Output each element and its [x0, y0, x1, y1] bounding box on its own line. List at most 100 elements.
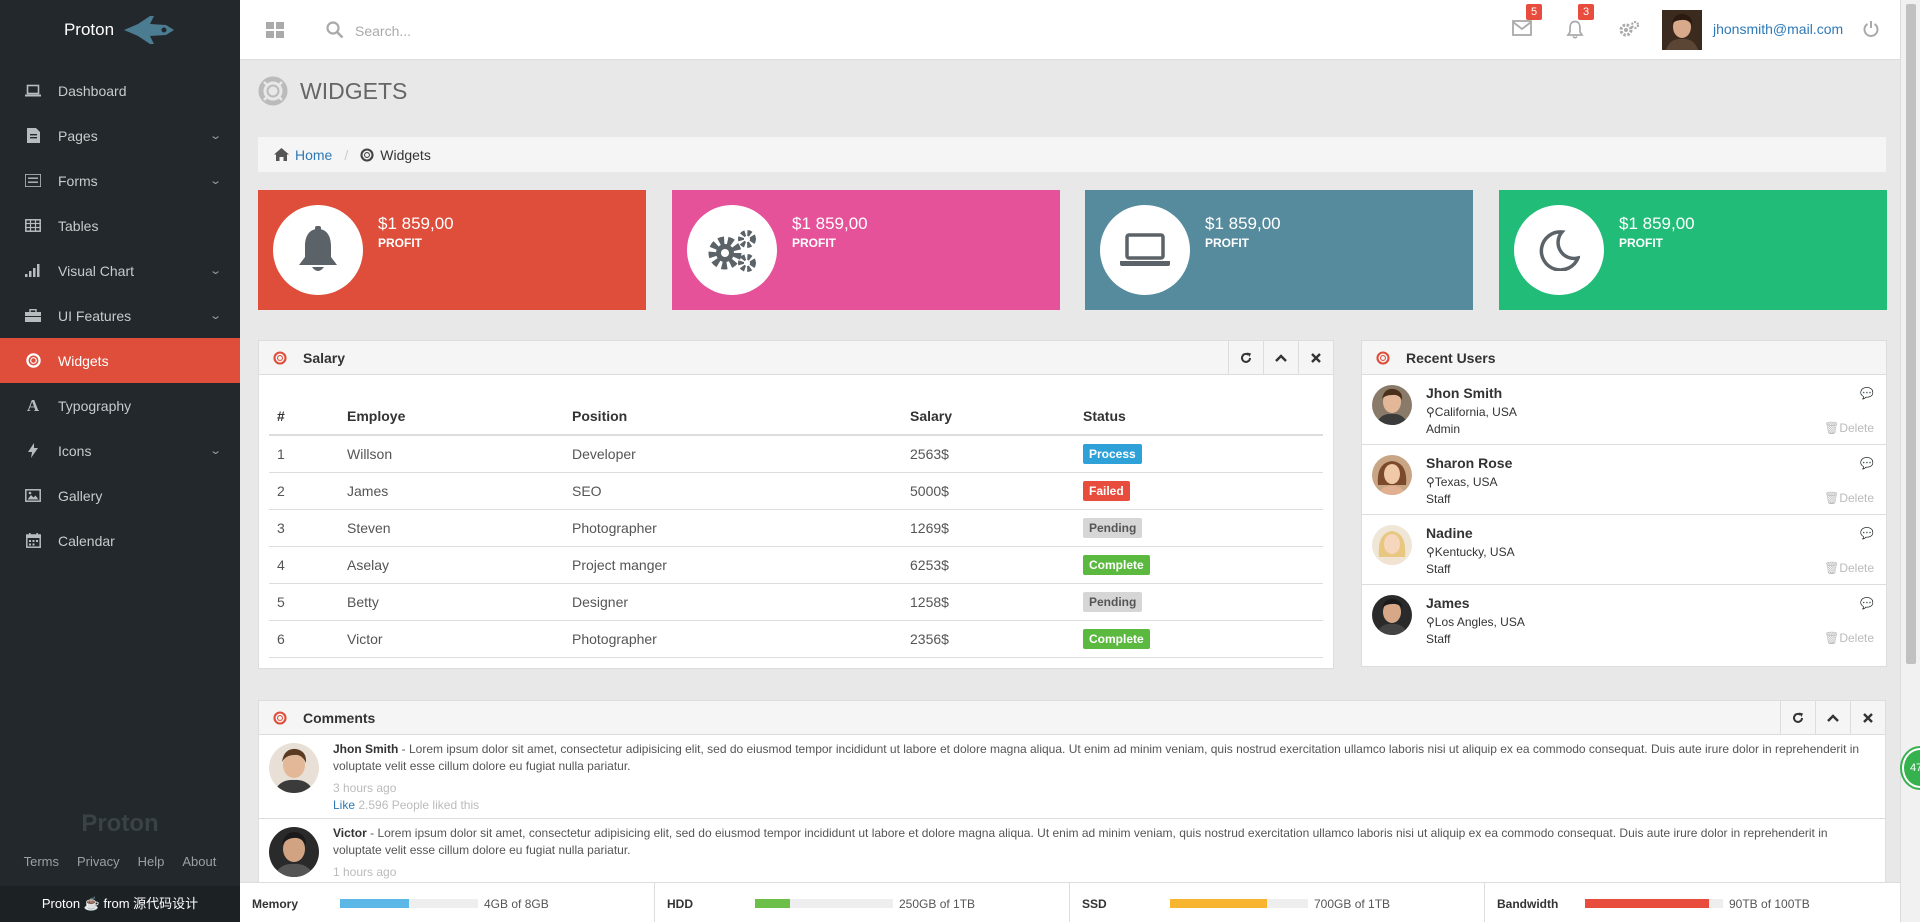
- sidebar-item-visual-chart[interactable]: Visual Chart ⌄: [0, 248, 240, 293]
- privacy-link[interactable]: Privacy: [77, 854, 120, 869]
- cell-number: 6: [269, 620, 339, 658]
- resource-label: HDD: [667, 897, 693, 911]
- sidebar-item-typography[interactable]: A Typography: [0, 383, 240, 428]
- notifications-button[interactable]: 3: [1566, 4, 1594, 42]
- cell-employe: Aselay: [339, 546, 564, 584]
- user-name[interactable]: Nadine: [1426, 525, 1473, 541]
- avatar: [269, 827, 319, 877]
- status-badge: Failed: [1083, 480, 1130, 501]
- search-icon[interactable]: [326, 21, 344, 39]
- breadcrumb-home[interactable]: Home: [295, 147, 332, 163]
- grid-icon[interactable]: [266, 22, 284, 38]
- collapse-button[interactable]: [1263, 341, 1298, 374]
- chat-icon[interactable]: 💬: [1860, 527, 1874, 540]
- chat-icon[interactable]: 💬: [1860, 387, 1874, 400]
- cell-position: Photographer: [564, 620, 902, 658]
- sidebar-item-forms[interactable]: Forms ⌄: [0, 158, 240, 203]
- resource-usage: 250GB of 1TB: [899, 897, 976, 911]
- avatar[interactable]: [1662, 10, 1702, 50]
- logo[interactable]: Proton: [0, 0, 240, 60]
- chevron-down-icon: ⌄: [208, 445, 222, 457]
- delete-button[interactable]: 🗑Delete: [1824, 491, 1874, 505]
- chevron-up-icon: [1275, 353, 1287, 362]
- salary-panel: Salary # Employe Position Salary Status …: [258, 340, 1334, 669]
- avatar: [1372, 525, 1412, 565]
- chevron-down-icon: ⌄: [208, 130, 222, 142]
- laptop-icon: [24, 83, 42, 99]
- avatar: [1372, 385, 1412, 425]
- resource-bandwidth: Bandwidth 90TB of 100TB: [1485, 883, 1900, 922]
- sidebar-item-dashboard[interactable]: Dashboard: [0, 68, 240, 113]
- close-button[interactable]: [1850, 701, 1885, 734]
- resource-bar: Memory 4GB of 8GB HDD 250GB of 1TB SSD 7…: [240, 882, 1900, 922]
- cell-salary: 1269$: [902, 509, 1075, 547]
- settings-button[interactable]: [1618, 20, 1640, 41]
- progress-track: [755, 899, 893, 908]
- cell-employe: James: [339, 472, 564, 510]
- chat-icon[interactable]: 💬: [1860, 457, 1874, 470]
- status-badge: Pending: [1083, 591, 1143, 612]
- cell-employe: Willson: [339, 435, 564, 473]
- list-icon: [24, 173, 42, 189]
- avatar: [1372, 455, 1412, 495]
- map-marker-icon: ⚲: [1426, 475, 1435, 489]
- comment-author[interactable]: Victor: [333, 826, 367, 840]
- table-row: 4 Aselay Project manger 6253$ Complete: [269, 546, 1323, 584]
- gears-icon: [1619, 20, 1640, 37]
- collapse-button[interactable]: [1815, 701, 1850, 734]
- help-link[interactable]: Help: [138, 854, 165, 869]
- user-email[interactable]: jhonsmith@mail.com: [1713, 21, 1843, 37]
- comment-item: Jhon Smith - Lorem ipsum dolor sit amet,…: [259, 735, 1885, 819]
- cell-number: 4: [269, 546, 339, 584]
- lifebuoy-icon: [1376, 350, 1390, 365]
- panel-title: Recent Users: [1406, 349, 1496, 366]
- stat-value: $1 859,00: [792, 214, 868, 233]
- notifications-badge: 3: [1578, 4, 1594, 20]
- sidebar-item-label: Icons: [58, 442, 92, 459]
- comment-time: 3 hours ago: [333, 781, 397, 795]
- sidebar-item-pages[interactable]: Pages ⌄: [0, 113, 240, 158]
- topbar: 5 3 jhonsmith@mail.com: [240, 0, 1900, 60]
- map-marker-icon: ⚲: [1426, 615, 1435, 629]
- refresh-button[interactable]: [1228, 341, 1263, 374]
- user-name[interactable]: Sharon Rose: [1426, 455, 1512, 471]
- cell-employe: Victor: [339, 620, 564, 658]
- logout-button[interactable]: [1862, 20, 1880, 41]
- column-header-position: Position: [564, 397, 902, 436]
- close-button[interactable]: [1298, 341, 1333, 374]
- sidebar-item-tables[interactable]: Tables: [0, 203, 240, 248]
- list-item: Sharon Rose ⚲Texas, USA Staff 💬 🗑Delete: [1362, 445, 1886, 515]
- sidebar-item-gallery[interactable]: Gallery: [0, 473, 240, 518]
- sidebar-item-calendar[interactable]: Calendar: [0, 518, 240, 563]
- chat-icon[interactable]: 💬: [1860, 597, 1874, 610]
- delete-button[interactable]: 🗑Delete: [1824, 421, 1874, 435]
- chevron-down-icon: ⌄: [208, 175, 222, 187]
- delete-button[interactable]: 🗑Delete: [1824, 561, 1874, 575]
- sidebar-item-ui-features[interactable]: UI Features ⌄: [0, 293, 240, 338]
- delete-button[interactable]: 🗑Delete: [1824, 631, 1874, 645]
- cell-salary: 6253$: [902, 546, 1075, 584]
- messages-button[interactable]: 5: [1512, 4, 1542, 39]
- panel-header: Comments: [259, 701, 1885, 735]
- stat-card-profit-2: $1 859,00 PROFIT: [672, 190, 1060, 310]
- table-row: 2 James SEO 5000$ Failed: [269, 472, 1323, 510]
- user-name[interactable]: James: [1426, 595, 1470, 611]
- like-link[interactable]: Like: [333, 798, 355, 812]
- comment-author[interactable]: Jhon Smith: [333, 742, 398, 756]
- scrollbar-thumb[interactable]: [1906, 4, 1916, 664]
- lifebuoy-icon: [360, 147, 374, 162]
- resource-usage: 90TB of 100TB: [1729, 897, 1810, 911]
- avatar: [269, 743, 319, 793]
- cell-number: 3: [269, 509, 339, 547]
- about-link[interactable]: About: [182, 854, 216, 869]
- sidebar-item-label: Pages: [58, 127, 98, 144]
- sidebar-item-icons[interactable]: Icons ⌄: [0, 428, 240, 473]
- resource-label: SSD: [1082, 897, 1107, 911]
- terms-link[interactable]: Terms: [24, 854, 59, 869]
- user-name[interactable]: Jhon Smith: [1426, 385, 1502, 401]
- user-role: Staff: [1426, 632, 1451, 646]
- refresh-button[interactable]: [1780, 701, 1815, 734]
- sidebar-item-widgets[interactable]: Widgets: [0, 338, 240, 383]
- gears-icon: [708, 230, 756, 272]
- search-input[interactable]: [355, 17, 655, 45]
